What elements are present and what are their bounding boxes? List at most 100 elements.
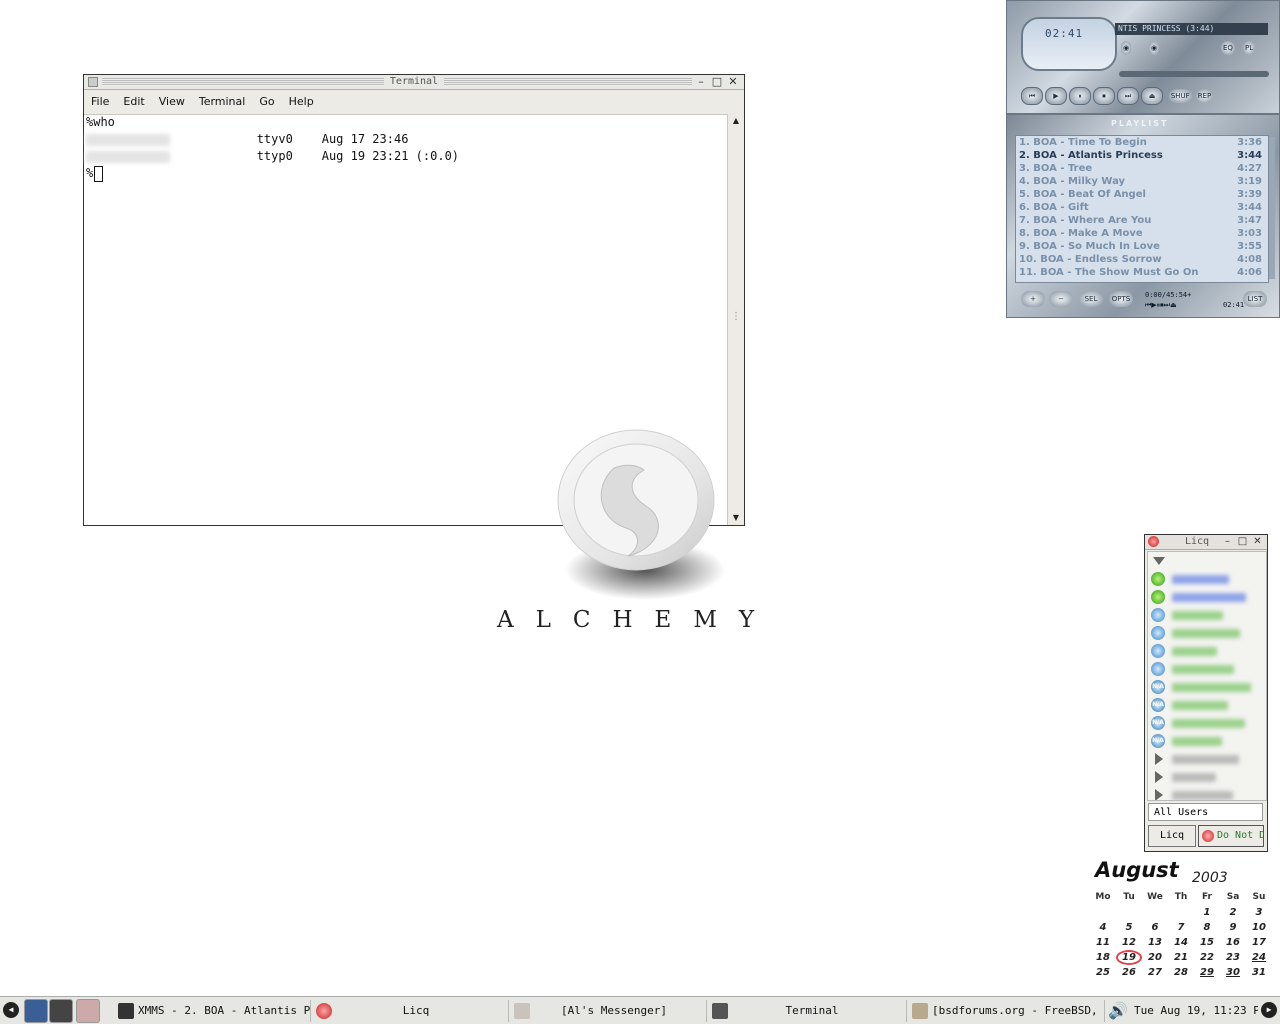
contact-row[interactable]	[1148, 642, 1266, 660]
taskbar: ◀ XMMS - 2. BOA - Atlantis Princ Licq [A…	[0, 996, 1280, 1024]
menu-go[interactable]: Go	[259, 95, 274, 108]
playlist-item[interactable]: 3. BOA - Tree 4:27	[1016, 162, 1268, 175]
contact-row[interactable]	[1148, 750, 1266, 768]
command-line: %who	[86, 115, 115, 129]
contact-row[interactable]	[1148, 606, 1266, 624]
pause-icon[interactable]: ⏸	[1069, 87, 1091, 105]
contact-list[interactable]: N/A N/A N/A N/A	[1147, 551, 1267, 801]
redacted-contact-name	[1172, 791, 1233, 800]
remove-button[interactable]: −	[1049, 291, 1073, 307]
status-label: Do Not Disturb	[1217, 830, 1263, 841]
clock[interactable]: Tue Aug 19, 11:23 PM	[1134, 1000, 1258, 1022]
contact-row[interactable]: N/A	[1148, 732, 1266, 750]
previous-icon[interactable]: ⏮	[1021, 87, 1043, 105]
redacted-contact-name	[1172, 701, 1228, 710]
status-button[interactable]: Do Not Disturb	[1198, 825, 1264, 847]
menu-file[interactable]: File	[91, 95, 109, 108]
calendar-day-today: 19	[1116, 950, 1142, 965]
options-button[interactable]: OPTS	[1109, 291, 1133, 307]
messenger-icon	[514, 1003, 530, 1019]
contact-row[interactable]: N/A	[1148, 714, 1266, 732]
repeat-button[interactable]: REP	[1195, 89, 1214, 103]
list-button[interactable]: LIST	[1243, 291, 1267, 307]
xmms-sliders[interactable]: ◉ ◉ EQ PL	[1119, 39, 1267, 65]
xmms-playlist-window[interactable]: PLAYLIST 1. BOA - Time To Begin 3:36 2. B…	[1006, 114, 1280, 318]
menu-terminal[interactable]: Terminal	[199, 95, 246, 108]
licq-window[interactable]: Licq – □ ✕ N/A N/A N/A N/A All Users Licq Do …	[1144, 534, 1268, 852]
playlist-scrollbar[interactable]	[1269, 137, 1275, 279]
add-button[interactable]: +	[1021, 291, 1045, 307]
weekday-label: Mo	[1095, 892, 1111, 902]
task-xmms[interactable]: XMMS - 2. BOA - Atlantis Princ	[114, 1000, 311, 1022]
task-licq[interactable]: Licq	[312, 1000, 509, 1022]
scroll-grip-icon[interactable]: ⋮	[728, 310, 744, 324]
who-date: Aug 17 23:46	[321, 132, 409, 146]
licq-titlebar[interactable]: Licq – □ ✕	[1145, 535, 1267, 550]
playlist-item[interactable]: 5. BOA - Beat Of Angel 3:39	[1016, 188, 1268, 201]
select-button[interactable]: SEL	[1079, 291, 1103, 307]
task-browser[interactable]: [bsdforums.org - FreeBSD, Oper	[908, 1000, 1105, 1022]
terminal-titlebar[interactable]: Terminal – □ ✕	[84, 75, 744, 90]
maximize-icon[interactable]: □	[1235, 535, 1250, 549]
seek-bar[interactable]	[1119, 71, 1269, 77]
playlist-item[interactable]: 10. BOA - Endless Sorrow 4:08	[1016, 253, 1268, 266]
eq-button[interactable]: EQ	[1221, 41, 1235, 55]
scroll-up-icon[interactable]: ▲	[728, 114, 744, 128]
playlist[interactable]: 1. BOA - Time To Begin 3:36 2. BOA - Atla…	[1015, 135, 1269, 283]
taskbar-right-arrow-icon[interactable]: ▶	[1261, 1002, 1277, 1018]
task-label: Terminal	[785, 1004, 839, 1017]
playlist-item[interactable]: 4. BOA - Milky Way 3:19	[1016, 175, 1268, 188]
terminal-launcher-icon[interactable]	[49, 999, 73, 1023]
volume-knob-icon[interactable]: ◉	[1121, 41, 1132, 55]
contact-row[interactable]: N/A	[1148, 696, 1266, 714]
calendar-widget: August 2003 Mo Tu We Th Fr Sa Su 1 2 3 4 5 6 7 8 9 10 11 1…	[1090, 858, 1274, 986]
menu-edit[interactable]: Edit	[123, 95, 144, 108]
playlist-item[interactable]: 7. BOA - Where Are You 3:47	[1016, 214, 1268, 227]
eject-icon[interactable]: ⏏	[1141, 87, 1163, 105]
contact-row[interactable]	[1148, 570, 1266, 588]
playlist-item-current[interactable]: 2. BOA - Atlantis Princess 3:44	[1016, 149, 1268, 162]
browser-icon	[912, 1003, 928, 1019]
task-terminal[interactable]: Terminal	[708, 1000, 907, 1022]
playlist-item[interactable]: 11. BOA - The Show Must Go On 4:06	[1016, 266, 1268, 279]
minimize-icon[interactable]: –	[693, 75, 709, 89]
xmms-main-window[interactable]: 02:41 NTIS PRINCESS (3:44) ◉ ◉ EQ PL ⏮ ▶ ⏸…	[1006, 0, 1280, 114]
task-messenger[interactable]: [Al's Messenger]	[510, 1000, 707, 1022]
play-icon[interactable]: ▶	[1045, 87, 1067, 105]
contact-row[interactable]	[1148, 660, 1266, 678]
playlist-item[interactable]: 8. BOA - Make A Move 3:03	[1016, 227, 1268, 240]
licq-menu-button[interactable]: Licq	[1148, 825, 1196, 847]
taskbar-left-arrow-icon[interactable]: ◀	[3, 1002, 19, 1018]
menu-view[interactable]: View	[159, 95, 185, 108]
pl-button[interactable]: PL	[1243, 41, 1256, 55]
mini-transport-icon[interactable]: ⏮▶⏸⏹⏭⏏	[1145, 301, 1177, 310]
volume-icon[interactable]: 🔊	[1108, 1000, 1132, 1022]
maximize-icon[interactable]: □	[709, 75, 725, 89]
contact-row[interactable]	[1148, 588, 1266, 606]
playlist-item[interactable]: 9. BOA - So Much In Love 3:55	[1016, 240, 1268, 253]
next-icon[interactable]: ⏭	[1117, 87, 1139, 105]
contact-row[interactable]	[1148, 624, 1266, 642]
calendar-day: 9	[1229, 922, 1237, 933]
group-select[interactable]: All Users	[1148, 803, 1263, 821]
calendar-day	[1168, 905, 1194, 920]
shuffle-button[interactable]: SHUF	[1168, 89, 1192, 103]
stop-icon[interactable]: ⏹	[1093, 87, 1115, 105]
browser-launcher-icon[interactable]	[76, 999, 100, 1023]
minimize-icon[interactable]: –	[1220, 535, 1235, 549]
xmms-display: 02:41	[1021, 17, 1117, 71]
close-icon[interactable]: ✕	[1250, 535, 1265, 549]
contact-row[interactable]: N/A	[1148, 678, 1266, 696]
gnome-menu-icon[interactable]	[24, 999, 48, 1023]
playlist-item[interactable]: 1. BOA - Time To Begin 3:36	[1016, 136, 1268, 149]
contact-row[interactable]	[1148, 552, 1266, 570]
playlist-item[interactable]: 6. BOA - Gift 3:44	[1016, 201, 1268, 214]
calendar-day: 29	[1200, 967, 1214, 978]
menu-help[interactable]: Help	[289, 95, 314, 108]
contact-row[interactable]	[1148, 768, 1266, 786]
xmms-song-title[interactable]: NTIS PRINCESS (3:44)	[1115, 23, 1268, 35]
contact-row[interactable]	[1148, 786, 1266, 800]
close-icon[interactable]: ✕	[725, 75, 741, 89]
balance-knob-icon[interactable]: ◉	[1149, 41, 1160, 55]
scroll-down-icon[interactable]: ▼	[728, 511, 744, 525]
